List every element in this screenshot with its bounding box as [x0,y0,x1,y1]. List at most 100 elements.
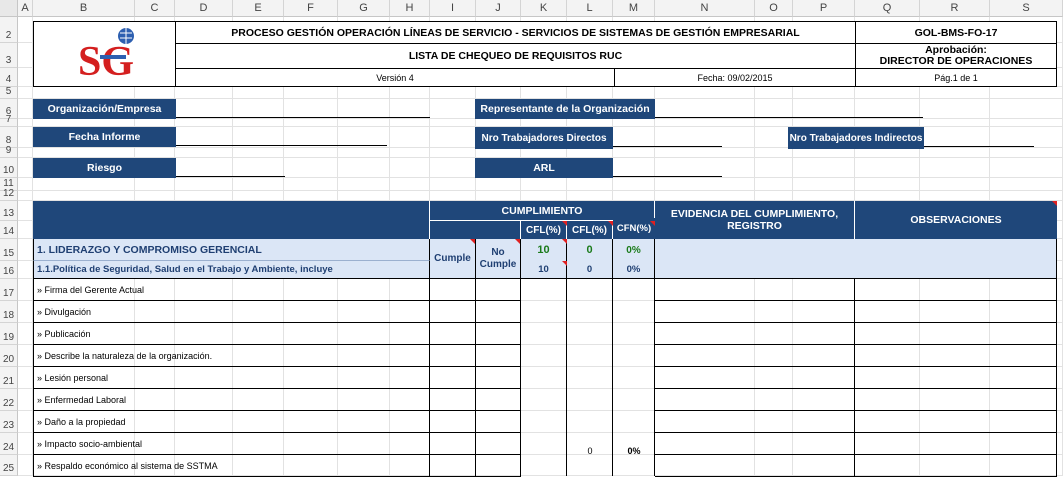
org-field[interactable] [176,99,430,118]
row-header[interactable]: 10 [0,158,18,178]
row-header[interactable]: 18 [0,301,18,323]
no-cumple-cell[interactable] [476,323,521,345]
column-header[interactable]: R [920,0,990,17]
no-cumple-cell[interactable] [476,367,521,389]
row-header[interactable]: 21 [0,367,18,389]
column-header[interactable]: A [18,0,33,17]
comment-marker [515,239,520,244]
row-header[interactable]: 24 [0,433,18,455]
column-header[interactable]: E [233,0,284,17]
column-header[interactable]: F [284,0,338,17]
checklist-item-label: » Divulgación [33,301,430,323]
evidence-cell[interactable] [655,345,855,367]
approval-value: DIRECTOR DE OPERACIONES [879,55,1033,67]
cumple-cell[interactable] [430,345,476,367]
cumple-cell[interactable] [430,367,476,389]
section-1-evidence[interactable] [655,239,1057,261]
row-header[interactable]: 17 [0,279,18,301]
report-date-field[interactable] [176,127,387,146]
arl-field[interactable] [613,158,722,177]
cumple-cell[interactable] [430,279,476,301]
observations-cell[interactable] [855,345,1057,367]
row-header[interactable]: 4 [0,68,18,87]
cumple-cell[interactable] [430,389,476,411]
workers-indirect-field[interactable] [924,127,1034,147]
row-header[interactable]: 5 [0,86,18,99]
column-header[interactable]: J [476,0,521,17]
column-header[interactable]: P [793,0,855,17]
column-header[interactable]: D [175,0,233,17]
workers-direct-field[interactable] [613,127,722,147]
observations-cell[interactable] [855,411,1057,433]
evidence-cell[interactable] [655,389,855,411]
section-1-1-evidence[interactable] [655,261,1057,279]
column-header[interactable]: H [390,0,430,17]
cumple-cell[interactable] [430,323,476,345]
column-header[interactable]: S [990,0,1063,17]
row-header[interactable]: 22 [0,389,18,411]
row-header[interactable]: 2 [0,17,18,43]
no-cumple-cell[interactable] [476,433,521,455]
row-header[interactable]: 20 [0,345,18,367]
comment-marker [608,221,613,226]
logo-cell: SG [33,21,176,87]
checklist-item-label: » Describe la naturaleza de la organizac… [33,345,430,367]
observations-cell[interactable] [855,279,1057,301]
row-header[interactable]: 23 [0,411,18,433]
column-header[interactable]: N [655,0,755,17]
observations-cell[interactable] [855,301,1057,323]
risk-label: Riesgo [33,158,176,178]
column-header[interactable]: K [521,0,567,17]
column-header[interactable]: G [338,0,390,17]
risk-field[interactable] [176,158,285,177]
column-header[interactable]: M [613,0,655,17]
section-1-1-cfl1: 10 [521,261,567,279]
row-header[interactable]: 3 [0,43,18,68]
observations-cell[interactable] [855,389,1057,411]
observations-cell[interactable] [855,323,1057,345]
evidence-cell[interactable] [655,455,855,477]
evidence-cell[interactable] [655,433,855,455]
column-header[interactable]: C [135,0,175,17]
no-cumple-cell[interactable] [476,411,521,433]
no-cumple-cell[interactable] [476,345,521,367]
no-cumple-cell[interactable] [476,389,521,411]
row-header[interactable]: 16 [0,261,18,279]
checklist-item-label: » Firma del Gerente Actual [33,279,430,301]
cfn-header: CFN(%) [613,218,655,239]
column-header[interactable]: O [755,0,793,17]
row-header[interactable]: 13 [0,201,18,221]
column-header[interactable]: B [33,0,135,17]
no-cumple-cell[interactable] [476,301,521,323]
column-header[interactable]: I [430,0,476,17]
evidence-cell[interactable] [655,323,855,345]
column-header[interactable]: L [567,0,613,17]
row-header[interactable]: 12 [0,188,18,201]
observations-cell[interactable] [855,433,1057,455]
row-header[interactable]: 25 [0,455,18,476]
row-header[interactable]: 15 [0,239,18,261]
observations-cell[interactable] [855,455,1057,477]
observations-cell[interactable] [855,367,1057,389]
cumple-cell[interactable] [430,411,476,433]
checklist-item-label: » Respaldo económico al sistema de SSTMA [33,455,430,477]
row-header[interactable]: 7 [0,114,18,127]
observaciones-header: OBSERVACIONES [855,201,1057,239]
no-cumple-cell[interactable] [476,455,521,477]
evidence-cell[interactable] [655,279,855,301]
no-cumple-cell[interactable] [476,279,521,301]
evidence-cell[interactable] [655,367,855,389]
row-header[interactable]: 9 [0,145,18,158]
comment-marker [562,261,567,266]
column-header[interactable]: Q [855,0,920,17]
select-all-corner[interactable] [0,0,18,17]
cumple-cell[interactable] [430,455,476,477]
cumple-cell[interactable] [430,433,476,455]
evidence-cell[interactable] [655,301,855,323]
rep-field[interactable] [655,99,923,118]
evidence-cell[interactable] [655,411,855,433]
row-header[interactable]: 19 [0,323,18,345]
row-header[interactable]: 14 [0,221,18,239]
cumple-cell[interactable] [430,301,476,323]
cfl1-header: CFL(%) [521,221,567,239]
